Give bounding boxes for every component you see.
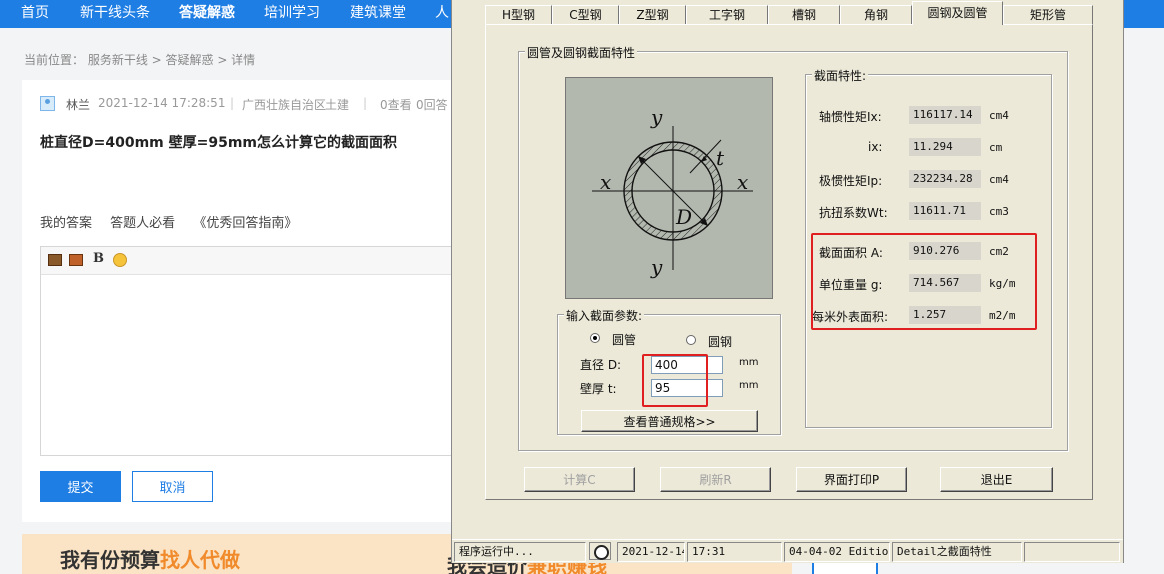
tab-h-steel[interactable]: H型钢 [485, 5, 552, 25]
nav-item-training[interactable]: 培训学习 [264, 0, 320, 28]
nav-item-more[interactable]: 人 [435, 0, 449, 28]
author-name[interactable]: 林兰 [66, 96, 90, 113]
answerer-notice-label: 答题人必看 [110, 216, 176, 231]
input-params-title: 输入截面参数: [564, 307, 645, 324]
tab-rect-tube[interactable]: 矩形管 [1003, 5, 1093, 25]
calculate-button[interactable]: 计算C [524, 467, 635, 492]
y-axis-label-top: y [650, 105, 663, 129]
banner-text: 我有份预算找人代做 [60, 548, 240, 572]
prop-name-torsion-modulus: 抗扭系数Wt: [819, 206, 888, 220]
status-running: 程序运行中... [454, 542, 586, 562]
cancel-button[interactable]: 取消 [132, 471, 213, 502]
prop-value-radius-gyration: 11.294 [909, 138, 981, 156]
radio-bar[interactable] [686, 335, 696, 345]
tab-c-steel[interactable]: C型钢 [552, 5, 619, 25]
answer-count: 0回答 [416, 98, 448, 112]
status-detail: Detail之截面特性 [892, 542, 1022, 562]
post-region: 广西壮族自治区 [242, 98, 327, 112]
tab-channel[interactable]: 槽钢 [768, 5, 840, 25]
question-title: 桩直径D=400mm 壁厚=95mm怎么计算它的截面面积 [40, 135, 398, 151]
post-datetime: 2021-12-14 17:28:51 [98, 96, 226, 110]
tab-i-beam[interactable]: 工字钢 [686, 5, 768, 25]
nav-item-headlines[interactable]: 新干线头条 [80, 0, 150, 28]
prop-unit-polar-inertia: cm4 [989, 173, 1009, 186]
answer-guide-link[interactable]: 《优秀回答指南》 [193, 216, 297, 231]
meta-divider: | [230, 96, 235, 110]
nav-item-home[interactable]: 首页 [21, 0, 49, 28]
prop-unit-ix-inertia: cm4 [989, 109, 1009, 122]
status-date: 2021-12-14 [617, 542, 685, 562]
exit-button[interactable]: 退出E [940, 467, 1053, 492]
radio-bar-label[interactable]: 圆钢 [708, 333, 732, 350]
status-edition: 04-04-02 Edition [784, 542, 890, 562]
radio-tube-label[interactable]: 圆管 [612, 331, 636, 348]
editor-toolbar: B [41, 247, 461, 275]
tab-z-steel[interactable]: Z型钢 [619, 5, 686, 25]
insert-image-icon[interactable] [48, 254, 62, 266]
insert-picture-icon[interactable] [69, 254, 83, 266]
nav-item-classroom[interactable]: 建筑课堂 [350, 0, 406, 28]
nav-item-qa[interactable]: 答疑解惑 [179, 0, 235, 28]
status-empty [1024, 542, 1120, 562]
properties-title: 截面特性: [812, 67, 869, 84]
x-axis-label-left: x [600, 170, 611, 194]
emoji-icon[interactable] [113, 253, 127, 267]
prop-value-ix-inertia: 116117.14 [909, 106, 981, 124]
cross-section-diagram: y y x x t D [565, 77, 773, 299]
prop-unit-torsion-modulus: cm3 [989, 205, 1009, 218]
status-time: 17:31 [687, 542, 782, 562]
answer-links: 我的答案 答题人必看 《优秀回答指南》 [40, 212, 311, 231]
y-axis-label-bottom: y [650, 255, 663, 279]
section-calculator-window: H型钢 C型钢 Z型钢 工字钢 槽钢 角钢 圆钢及圆管 矩形管 圆管及圆钢截面特… [451, 0, 1124, 563]
prop-value-torsion-modulus: 11611.71 [909, 202, 981, 220]
view-spec-button[interactable]: 查看普通规格>> [581, 410, 758, 432]
avatar [40, 96, 55, 111]
section-group-title: 圆管及圆钢截面特性 [525, 44, 638, 61]
question-card: 林兰 2021-12-14 17:28:51 | 广西壮族自治区 土建 | 0查… [22, 80, 462, 522]
clock-icon [589, 542, 611, 560]
submit-button[interactable]: 提交 [40, 471, 121, 502]
input-highlight-box [642, 354, 708, 407]
result-highlight-box [811, 233, 1037, 330]
prop-name-ix-inertia: 轴惯性矩Ix: [819, 110, 882, 124]
meta-divider: | [363, 96, 368, 110]
prop-unit-radius-gyration: cm [989, 141, 1003, 154]
bold-icon[interactable]: B [93, 251, 104, 266]
prop-name-radius-gyration: ix: [868, 140, 883, 154]
post-category: 土建 [325, 98, 350, 112]
tab-angle[interactable]: 角钢 [840, 5, 912, 25]
thickness-unit: mm [739, 380, 759, 391]
thickness-label: 壁厚 t: [580, 382, 617, 396]
diameter-unit: mm [739, 357, 759, 368]
tab-round-steel-tube[interactable]: 圆钢及圆管 [912, 1, 1003, 25]
my-answer-label: 我的答案 [40, 216, 93, 231]
print-screen-button[interactable]: 界面打印P [796, 467, 907, 492]
tube-section-drawing: y y x x t D [566, 78, 772, 298]
x-axis-label-right: x [737, 170, 748, 194]
refresh-button[interactable]: 刷新R [660, 467, 771, 492]
radio-tube[interactable] [590, 333, 600, 343]
answer-editor[interactable]: B [40, 246, 462, 456]
breadcrumb: 当前位置： 服务新干线 > 答疑解惑 > 详情 [24, 53, 256, 67]
status-bar: 程序运行中... 2021-12-14 17:31 04-04-02 Editi… [452, 539, 1123, 563]
diameter-label: D [675, 205, 692, 229]
diameter-label: 直径 D: [580, 358, 622, 372]
prop-value-polar-inertia: 232234.28 [909, 170, 981, 188]
prop-name-polar-inertia: 极惯性矩Ip: [819, 174, 883, 188]
view-count: 0查看 [380, 98, 412, 112]
thickness-label: t [716, 146, 725, 170]
